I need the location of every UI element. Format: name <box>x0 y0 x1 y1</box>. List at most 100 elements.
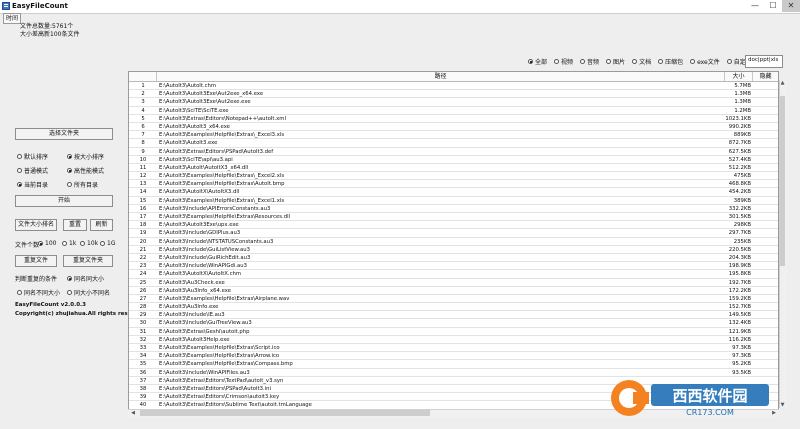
count-10k-radio[interactable]: 10k <box>80 240 98 247</box>
custom-extension-input[interactable]: doc|ppt|xls <box>745 55 783 68</box>
minimize-button[interactable]: — <box>746 0 764 12</box>
row-size: 990.2KB <box>728 123 751 130</box>
duplicate-files-button[interactable]: 重复文件 <box>15 255 57 267</box>
row-path: E:\AutoIt3\Include\IE.au3 <box>159 312 225 319</box>
filter-exe[interactable]: exe文件 <box>690 57 720 66</box>
dup-size-diff-radio[interactable]: 同大小不同名 <box>67 288 110 297</box>
table-row[interactable]: 11 E:\AutoIt3\AutoIt\AutoItX3_x64.dll 512.… <box>129 164 778 173</box>
table-row[interactable]: 16 E:\AutoIt3\Include\APIErrorsConstants.… <box>129 205 778 213</box>
table-row[interactable]: 3 E:\AutoIt3\AutoIt3Exe\Aut2exe.exe 1.3MB <box>129 98 778 107</box>
table-row[interactable]: 31 E:\AutoIt3\Extras\Geshi\autoit.php 121.… <box>129 328 778 336</box>
radio-icon <box>67 154 72 159</box>
row-index: 38 <box>139 385 147 392</box>
radio-icon <box>554 59 560 64</box>
table-row[interactable]: 34 E:\AutoIt3\Examples\Helpfile\Extras\Ar… <box>129 352 778 361</box>
radio-icon <box>67 276 72 281</box>
scope-all-radio[interactable]: 所有目录 <box>67 180 98 189</box>
radio-icon <box>690 59 696 64</box>
table-row[interactable]: 32 E:\AutoIt3\AutoIt3Help.exe 116.2KB <box>129 336 778 344</box>
table-row[interactable]: 9 E:\AutoIt3\Extras\Editors\PSPad\AutoIt3… <box>129 148 778 156</box>
row-path: E:\AutoIt3\Include\GDIPlus.au3 <box>159 230 241 237</box>
table-row[interactable]: 10 E:\AutoIt3\SciTE\api\au3.api 527.4KB <box>129 156 778 164</box>
dup-name-size-radio[interactable]: 同名同大小 <box>67 274 104 283</box>
scope-current-radio[interactable]: 当前目录 <box>17 180 48 189</box>
file-count-label: 文件个数 <box>15 242 40 249</box>
window-title: EasyFileCount <box>12 2 68 10</box>
count-100-radio[interactable]: 100 <box>38 240 56 247</box>
radio-icon <box>632 59 638 64</box>
table-row[interactable]: 4 E:\AutoIt3\SciTE\SciTE.exe 1.2MB <box>129 107 778 115</box>
table-row[interactable]: 29 E:\AutoIt3\Include\IE.au3 149.5KB <box>129 311 778 320</box>
table-row[interactable]: 23 E:\AutoIt3\Include\WinAPIGdi.au3 198.9K… <box>129 262 778 271</box>
size-rank-button[interactable]: 文件大小排名 <box>15 219 57 231</box>
table-row[interactable]: 19 E:\AutoIt3\Include\GDIPlus.au3 297.7KB <box>129 229 778 238</box>
filter-document[interactable]: 文档 <box>632 57 651 66</box>
reset-button[interactable]: 重置 <box>63 219 87 231</box>
table-row[interactable]: 17 E:\AutoIt3\Examples\Helpfile\Extras\Re… <box>129 213 778 222</box>
row-size: 1.3MB <box>734 91 751 98</box>
duplicate-folders-button[interactable]: 重复文件夹 <box>63 255 113 267</box>
table-row[interactable]: 8 E:\AutoIt3\AutoIt3.exe 872.7KB <box>129 139 778 148</box>
size-info: 大小差高新100条文件 <box>20 31 80 38</box>
mode-default-radio[interactable]: 默认排序 <box>17 152 48 161</box>
dup-condition-label: 判断重复的条件 <box>15 276 58 283</box>
scroll-down-icon[interactable]: ▼ <box>780 402 785 408</box>
close-button[interactable]: ✕ <box>782 0 800 12</box>
row-index: 20 <box>139 238 147 245</box>
table-row[interactable]: 2 E:\AutoIt3\AutoIt3Exe\Aut2exe_x64.exe 1.… <box>129 90 778 99</box>
menu-item-time[interactable]: 时间 <box>3 13 22 24</box>
dup-diffname-size-radio[interactable]: 同名不同大小 <box>17 288 60 297</box>
table-row[interactable]: 27 E:\AutoIt3\Examples\Helpfile\Extras\Ai… <box>129 295 778 304</box>
row-path: E:\AutoIt3\Include\WinAPIGdi.au3 <box>159 263 247 270</box>
table-row[interactable]: 20 E:\AutoIt3\Include\NTSTATUSConstants.a… <box>129 238 778 246</box>
table-row[interactable]: 28 E:\AutoIt3\Au3Info.exe 152.7KB <box>129 303 778 312</box>
radio-icon <box>658 59 664 64</box>
table-row[interactable]: 21 E:\AutoIt3\Include\GuiListView.au3 220.… <box>129 246 778 254</box>
table-row[interactable]: 22 E:\AutoIt3\Include\GuiRichEdit.au3 204.… <box>129 254 778 263</box>
watermark-url: CR173.COM <box>686 408 734 417</box>
filter-archive[interactable]: 压缩包 <box>658 57 683 66</box>
table-row[interactable]: 33 E:\AutoIt3\Examples\Helpfile\Extras\Sc… <box>129 344 778 353</box>
table-row[interactable]: 24 E:\AutoIt3\AutoItX\AutoItX.chm 195.8KB <box>129 270 778 279</box>
row-size: 1.2MB <box>734 107 751 114</box>
table-row[interactable]: 35 E:\AutoIt3\Examples\Helpfile\Extras\Co… <box>129 360 778 369</box>
refresh-button[interactable]: 刷新 <box>90 219 113 231</box>
row-path: E:\AutoIt3\Au3Info.exe <box>159 304 219 311</box>
table-row[interactable]: 26 E:\AutoIt3\Au3Info_x64.exe 172.2KB <box>129 287 778 295</box>
count-1k-radio[interactable]: 1k <box>62 240 76 247</box>
count-1g-radio[interactable]: 1G <box>100 240 115 247</box>
table-row[interactable]: 36 E:\AutoIt3\Include\WinAPIFiles.au3 93.5… <box>129 369 778 377</box>
maximize-button[interactable]: ☐ <box>764 0 782 12</box>
header-extra[interactable]: 隐藏 <box>753 72 778 81</box>
table-row[interactable]: 1 E:\AutoIt3\AutoIt.chm 5.7MB <box>129 82 778 91</box>
table-row[interactable]: 12 E:\AutoIt3\Examples\Helpfile\Extras\_E… <box>129 172 778 181</box>
start-button[interactable]: 开始 <box>15 195 113 207</box>
header-size[interactable]: 大小 <box>725 72 753 81</box>
mode-size-radio[interactable]: 按大小排序 <box>67 152 104 161</box>
row-index: 15 <box>139 197 147 204</box>
horizontal-scroll-thumb[interactable] <box>140 410 430 416</box>
filter-audio[interactable]: 音频 <box>580 57 599 66</box>
table-row[interactable]: 15 E:\AutoIt3\Examples\Helpfile\Extras\_E… <box>129 197 778 205</box>
filter-video[interactable]: 视频 <box>554 57 573 66</box>
mode-normal-radio[interactable]: 普通模式 <box>17 166 48 175</box>
table-row[interactable]: 14 E:\AutoIt3\AutoItX\AutoItX3.dll 454.2KB <box>129 188 778 197</box>
table-row[interactable]: 6 E:\AutoIt3\AutoIt3_x64.exe 990.2KB <box>129 123 778 132</box>
select-folder-button[interactable]: 选择文件夹 <box>15 128 113 140</box>
filter-all[interactable]: 全部 <box>528 57 547 66</box>
table-row[interactable]: 13 E:\AutoIt3\Examples\Helpfile\Extras\Au… <box>129 180 778 189</box>
vertical-scroll-thumb[interactable] <box>780 96 785 266</box>
scroll-up-icon[interactable]: ▲ <box>780 80 785 86</box>
row-index: 2 <box>141 91 145 98</box>
mode-advanced-radio[interactable]: 高性能模式 <box>67 166 104 175</box>
table-row[interactable]: 7 E:\AutoIt3\Examples\Helpfile\Extras\_Ex… <box>129 131 778 140</box>
table-row[interactable]: 30 E:\AutoIt3\Include\GuiTreeView.au3 132.… <box>129 319 778 328</box>
row-index: 11 <box>139 164 147 171</box>
row-path: E:\AutoIt3\Include\NTSTATUSConstants.au3 <box>159 238 274 245</box>
table-row[interactable]: 5 E:\AutoIt3\Extras\Editors\Notepad++\aut… <box>129 115 778 123</box>
filter-image[interactable]: 图片 <box>606 57 625 66</box>
header-path[interactable]: 路径 <box>157 72 725 81</box>
scroll-left-icon[interactable]: ◀ <box>129 409 137 417</box>
table-row[interactable]: 18 E:\AutoIt3\AutoIt3Exe\upx.exe 298KB <box>129 221 778 230</box>
table-row[interactable]: 25 E:\AutoIt3\Au3Check.exe 192.7KB <box>129 279 778 287</box>
